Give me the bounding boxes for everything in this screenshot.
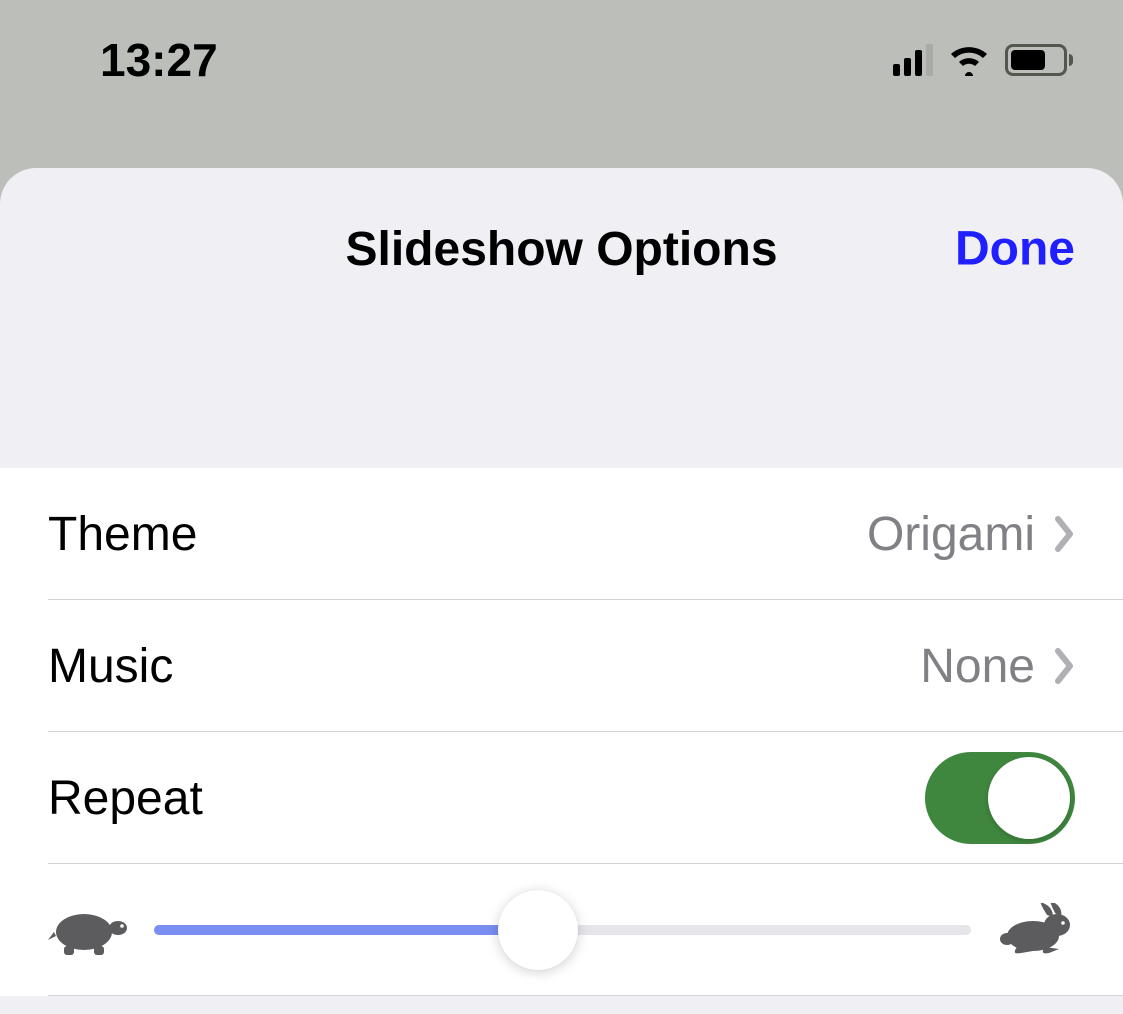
slideshow-options-sheet: Slideshow Options Done Theme Origami Mus…: [0, 168, 1123, 1014]
options-list: Theme Origami Music None Repeat: [0, 468, 1123, 996]
rabbit-icon: [997, 903, 1075, 957]
chevron-right-icon: [1055, 648, 1075, 684]
done-button[interactable]: Done: [955, 222, 1075, 277]
slider-fill: [154, 925, 538, 935]
status-time: 13:27: [100, 33, 218, 87]
theme-row[interactable]: Theme Origami: [0, 468, 1123, 600]
theme-value: Origami: [867, 507, 1035, 562]
sheet-title: Slideshow Options: [345, 222, 777, 277]
speed-slider[interactable]: [154, 925, 971, 935]
slider-thumb[interactable]: [498, 890, 578, 970]
footer-space: [0, 996, 1123, 1014]
battery-icon: [1005, 44, 1073, 76]
repeat-label: Repeat: [48, 771, 925, 826]
status-bar: 13:27: [0, 0, 1123, 120]
music-label: Music: [48, 639, 920, 694]
repeat-row: Repeat: [0, 732, 1123, 864]
chevron-right-icon: [1055, 516, 1075, 552]
sheet-header: Slideshow Options Done: [0, 168, 1123, 334]
repeat-toggle[interactable]: [925, 752, 1075, 844]
music-row[interactable]: Music None: [0, 600, 1123, 732]
speed-slider-row: [0, 864, 1123, 996]
wifi-icon: [947, 44, 991, 76]
turtle-icon: [48, 904, 128, 956]
cellular-icon: [893, 44, 933, 76]
toggle-thumb: [988, 757, 1070, 839]
status-icons: [893, 44, 1073, 76]
theme-label: Theme: [48, 507, 867, 562]
music-value: None: [920, 639, 1035, 694]
